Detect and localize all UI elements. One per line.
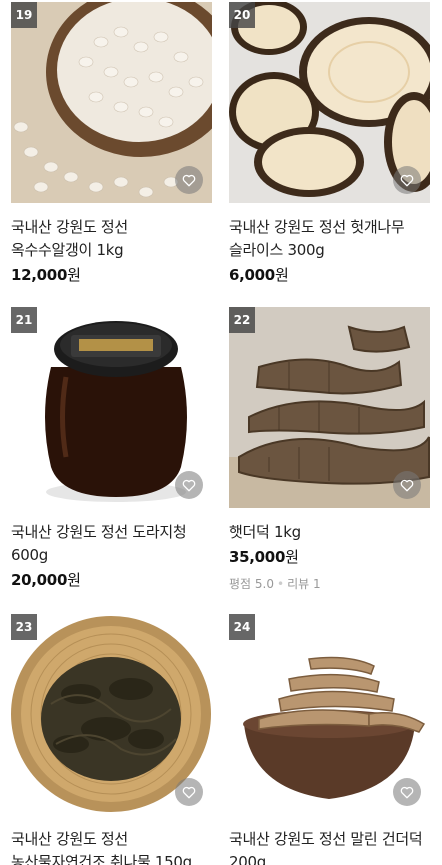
product-name[interactable]: 국내산 강원도 정선 옥수수알갱이 1kg <box>11 216 231 262</box>
product-price: 20,000원 <box>11 569 212 590</box>
product-card-21[interactable]: 21 국내산 강원도 정선 도라지청 600g 20,000원 <box>11 307 212 590</box>
rank-badge: 19 <box>11 2 37 28</box>
price-currency: 원 <box>285 548 299 566</box>
heart-icon <box>400 786 414 798</box>
product-card-19[interactable]: 19 국내산 강원도 정선 옥수수알갱이 1kg 12,000원 <box>11 2 212 285</box>
price-amount: 12,000 <box>11 266 68 284</box>
price-currency: 원 <box>274 266 289 284</box>
product-image[interactable]: 19 <box>11 2 212 203</box>
heart-icon <box>182 479 196 491</box>
product-price: 35,000원 <box>229 546 430 567</box>
price-amount: 35,000 <box>229 548 286 566</box>
rank-badge: 20 <box>229 2 255 28</box>
rank-badge: 24 <box>229 614 255 640</box>
heart-icon <box>182 786 196 798</box>
rating-text: 평점 5.0 <box>229 577 274 591</box>
heart-icon <box>400 174 414 186</box>
price-currency: 원 <box>67 266 81 284</box>
product-name[interactable]: 국내산 강원도 정선 헛개나무 슬라이스 300g <box>229 216 442 262</box>
product-name[interactable]: 햇더덕 1kg <box>229 521 442 544</box>
product-image[interactable]: 23 <box>11 614 212 815</box>
wishlist-button[interactable] <box>175 778 203 806</box>
product-image[interactable]: 22 <box>229 307 430 508</box>
price-currency: 원 <box>67 571 81 589</box>
review-summary: 평점 5.0 • 리뷰 1 <box>229 575 430 592</box>
heart-icon <box>400 479 414 491</box>
rank-badge: 23 <box>11 614 37 640</box>
rank-badge: 21 <box>11 307 37 333</box>
wishlist-button[interactable] <box>393 471 421 499</box>
product-price: 6,000원 <box>229 264 430 285</box>
separator-dot: • <box>276 577 285 591</box>
heart-icon <box>182 174 196 186</box>
price-amount: 6,000 <box>229 266 275 284</box>
wishlist-button[interactable] <box>393 166 421 194</box>
wishlist-button[interactable] <box>175 471 203 499</box>
product-name[interactable]: 국내산 강원도 정선 농산물자연건조 취나물 150g <box>11 828 231 865</box>
price-amount: 20,000 <box>11 571 68 589</box>
wishlist-button[interactable] <box>175 166 203 194</box>
product-name[interactable]: 국내산 강원도 정선 말린 건더덕 200g <box>229 828 442 865</box>
rank-badge: 22 <box>229 307 255 333</box>
product-card-22[interactable]: 22 햇더덕 1kg 35,000원 평점 5.0 • 리뷰 1 <box>229 307 430 592</box>
wishlist-button[interactable] <box>393 778 421 806</box>
product-image[interactable]: 20 <box>229 2 430 203</box>
product-name[interactable]: 국내산 강원도 정선 도라지청 600g <box>11 521 231 567</box>
product-image[interactable]: 24 <box>229 614 430 815</box>
product-image[interactable]: 21 <box>11 307 212 508</box>
review-count: 리뷰 1 <box>287 577 321 591</box>
product-price: 12,000원 <box>11 264 212 285</box>
product-card-23[interactable]: 23 국내산 강원도 정선 농산물자연건조 취나물 150g <box>11 614 212 865</box>
product-card-24[interactable]: 24 국내산 강원도 정선 말린 건더덕 200g <box>229 614 430 865</box>
product-card-20[interactable]: 20 국내산 강원도 정선 헛개나무 슬라이스 300g 6,000원 <box>229 2 430 285</box>
